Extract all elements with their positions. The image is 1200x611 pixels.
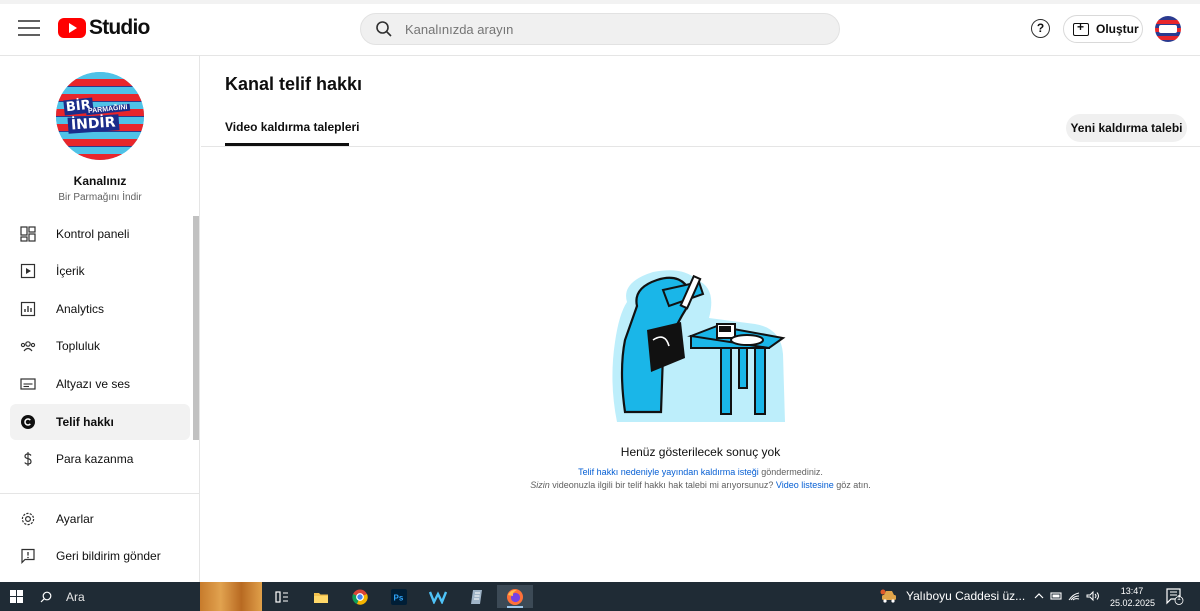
taskbar-news-widget[interactable]: Yalıboyu Caddesi üz...	[880, 589, 1025, 603]
sidebar-item-label: Kontrol paneli	[56, 227, 130, 241]
gear-icon	[20, 511, 36, 527]
notification-count: 1	[1177, 595, 1181, 602]
search-icon	[40, 591, 52, 603]
community-icon	[20, 338, 36, 354]
help-icon[interactable]: ?	[1031, 19, 1050, 38]
sidebar-divider	[0, 493, 199, 494]
logo-text: Studio	[89, 16, 150, 39]
takedown-request-link[interactable]: Telif hakkı nedeniyle yayından kaldırma …	[578, 467, 759, 477]
sidebar-item-label: Telif hakkı	[56, 415, 114, 429]
clock-time: 13:47	[1120, 586, 1144, 596]
search-highlight-image	[200, 582, 262, 611]
create-label: Oluştur	[1096, 22, 1139, 36]
sidebar-item-label: Topluluk	[56, 339, 101, 353]
sidebar-item-content[interactable]: İçerik	[10, 253, 190, 289]
subtitles-icon	[20, 376, 36, 392]
new-removal-request-button[interactable]: Yeni kaldırma talebi	[1066, 114, 1187, 142]
sidebar-item-analytics[interactable]: Analytics	[10, 291, 190, 327]
top-header: Studio ? Oluştur	[0, 0, 1200, 56]
sidebar-item-subtitles[interactable]: Altyazı ve ses	[10, 366, 190, 402]
notes-icon[interactable]	[465, 585, 489, 608]
task-view-icon[interactable]	[270, 585, 294, 608]
news-widget-text: Yalıboyu Caddesi üz...	[906, 589, 1026, 603]
firefox-icon[interactable]	[497, 585, 533, 608]
taskbar-clock[interactable]: 13:47 25.02.2025	[1110, 585, 1156, 609]
sidebar-nav: Kontrol paneli İçerik Analytics Topluluk…	[0, 216, 200, 498]
browser-edge	[0, 0, 1200, 4]
sidebar-item-monetization[interactable]: Para kazanma	[10, 441, 190, 477]
empty-line-2-end: göz atın.	[833, 480, 871, 490]
dashboard-icon	[20, 226, 36, 242]
video-list-link[interactable]: Video listesine	[776, 480, 834, 490]
windows-start-icon[interactable]	[10, 590, 24, 604]
taskbar-search-label: Ara	[66, 590, 85, 604]
account-avatar[interactable]	[1155, 16, 1181, 42]
empty-line-2-emphasis: Sizin	[530, 480, 550, 490]
channel-title: Kanalınız	[73, 174, 127, 188]
dollar-icon	[20, 451, 36, 467]
analytics-icon	[20, 301, 36, 317]
sidebar-scrollbar[interactable]	[193, 216, 199, 440]
file-explorer-icon[interactable]	[309, 585, 333, 608]
sidebar: BİR PARMAĞINI İNDİR Kanalınız Bir Parmağ…	[0, 56, 200, 582]
notification-center-icon[interactable]: 1	[1166, 588, 1184, 605]
empty-state-line-1: Telif hakkı nedeniyle yayından kaldırma …	[201, 467, 1200, 477]
menu-icon[interactable]	[18, 20, 40, 36]
search-input[interactable]	[405, 21, 825, 37]
sidebar-item-label: Ayarlar	[56, 512, 94, 526]
sidebar-item-settings[interactable]: Ayarlar	[10, 501, 190, 537]
sidebar-item-label: Altyazı ve ses	[56, 377, 131, 391]
clock-date: 25.02.2025	[1110, 598, 1156, 608]
traffic-icon	[880, 589, 896, 603]
channel-avatar[interactable]: BİR PARMAĞINI İNDİR	[56, 72, 144, 160]
app-icon[interactable]	[426, 585, 450, 608]
search-box[interactable]	[360, 13, 840, 45]
svg-text:Ps: Ps	[394, 593, 404, 602]
sidebar-item-community[interactable]: Topluluk	[10, 328, 190, 364]
empty-line-2-text: videonuzla ilgili bir telif hakkı hak ta…	[549, 480, 776, 490]
empty-state-illustration	[612, 270, 786, 422]
chrome-icon[interactable]	[348, 585, 372, 608]
tray-icons	[1034, 590, 1099, 602]
page-title: Kanal telif hakkı	[225, 74, 363, 94]
active-app-indicator	[507, 606, 523, 608]
empty-state-line-2: Sizin videonuzla ilgili bir telif hakkı …	[201, 480, 1200, 490]
sidebar-item-feedback[interactable]: Geri bildirim gönder	[10, 538, 190, 574]
channel-name[interactable]: Bir Parmağını İndir	[0, 192, 200, 203]
content-icon	[20, 263, 36, 279]
copyright-icon	[20, 414, 36, 430]
taskbar-search[interactable]: Ara	[40, 587, 85, 607]
tabs-divider	[201, 146, 1200, 147]
create-video-icon	[1073, 20, 1089, 36]
photoshop-icon[interactable]: Ps	[387, 585, 411, 608]
create-button[interactable]: Oluştur	[1063, 15, 1143, 43]
taskbar: Ara Ps Yalıboyu Caddesi üz... 13:47 25.0…	[0, 582, 1200, 611]
sidebar-item-label: Para kazanma	[56, 452, 134, 466]
empty-line-1-text: göndermediniz.	[758, 467, 823, 477]
sidebar-item-dashboard[interactable]: Kontrol paneli	[10, 216, 190, 252]
studio-logo[interactable]: Studio	[58, 16, 150, 40]
youtube-play-icon	[58, 18, 86, 38]
sidebar-item-label: Geri bildirim gönder	[56, 549, 161, 563]
empty-state-title: Henüz gösterilecek sonuç yok	[620, 445, 781, 459]
system-tray[interactable]	[1033, 589, 1113, 606]
feedback-icon	[20, 548, 36, 564]
sidebar-item-label: Analytics	[56, 302, 105, 316]
sidebar-item-label: İçerik	[56, 264, 85, 278]
sidebar-item-copyright[interactable]: Telif hakkı	[10, 404, 190, 440]
search-icon	[376, 21, 392, 37]
